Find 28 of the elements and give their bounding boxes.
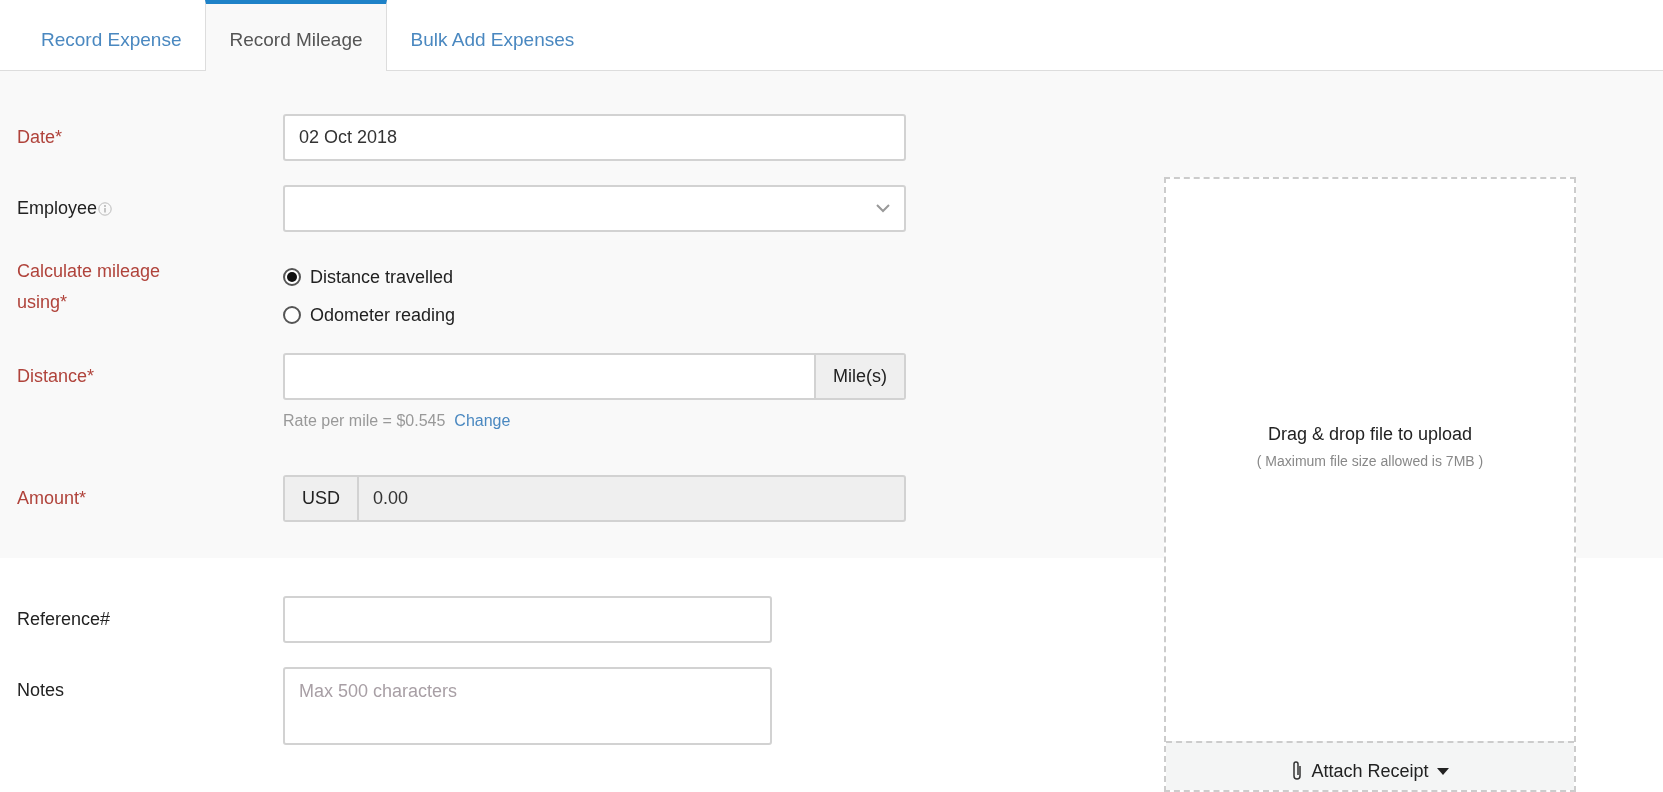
upload-note: ( Maximum file size allowed is 7MB ) bbox=[1256, 453, 1484, 469]
upload-dropzone[interactable]: Drag & drop file to upload ( Maximum file size allowed is 7MB ) Attach Receipt bbox=[1164, 177, 1576, 792]
caret-icon bbox=[1436, 767, 1449, 775]
dropdown-field[interactable] bbox=[283, 185, 906, 232]
notes-field[interactable]: Max 500 characters bbox=[283, 667, 772, 745]
upload-title: Drag & drop file to upload bbox=[1267, 424, 1473, 445]
field-label: Distance* bbox=[17, 365, 95, 388]
radio-option[interactable]: Odometer reading bbox=[283, 301, 456, 329]
tab[interactable]: Bulk Add Expenses bbox=[386, 0, 599, 71]
text-field[interactable] bbox=[283, 596, 772, 643]
amount-value: 0.00 bbox=[372, 487, 410, 510]
field-label: Calculate mileage using* bbox=[17, 260, 162, 314]
field-label: Amount* bbox=[17, 487, 87, 510]
field-label: Reference# bbox=[17, 608, 111, 631]
unit-addon: Mile(s) bbox=[814, 355, 904, 398]
text-field[interactable]: 02 Oct 2018 bbox=[283, 114, 906, 161]
distance-field[interactable]: Mile(s) bbox=[283, 353, 906, 400]
rate-hint: Rate per mile = $0.545 bbox=[283, 412, 446, 430]
paperclip-icon bbox=[1291, 760, 1304, 782]
field-label: Date* bbox=[17, 126, 63, 149]
field-label: Notes bbox=[17, 679, 65, 702]
radio-option[interactable]: Distance travelled bbox=[283, 263, 456, 291]
tab[interactable]: Record Mileage bbox=[205, 0, 387, 71]
change-link[interactable]: Change bbox=[454, 412, 511, 430]
caret-icon bbox=[876, 204, 890, 213]
field-label: Employee bbox=[17, 197, 98, 220]
currency-addon: USD bbox=[285, 477, 359, 520]
tab[interactable]: Record Expense bbox=[0, 0, 206, 71]
